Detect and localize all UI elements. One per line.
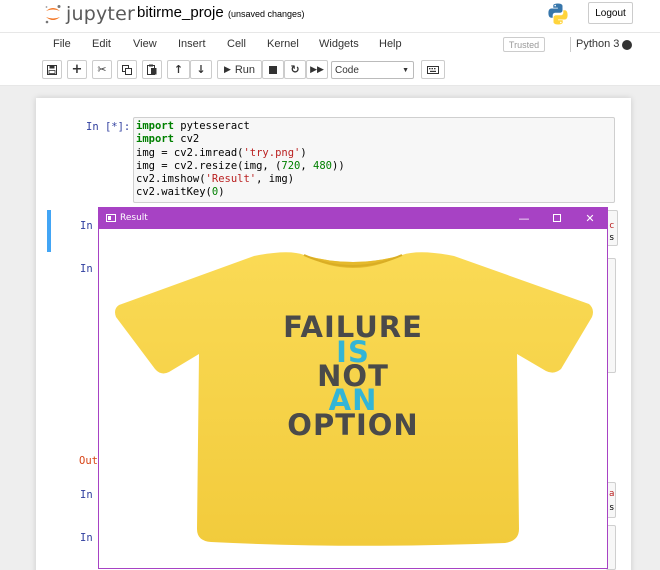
menubar: File Edit View Insert Cell Kernel Widget… xyxy=(0,32,660,56)
minimize-icon[interactable]: — xyxy=(517,212,531,225)
cell4-code-fragment: a xyxy=(609,489,615,499)
copy-icon xyxy=(122,64,132,75)
paste-button[interactable] xyxy=(142,60,162,79)
menu-insert[interactable]: Insert xyxy=(178,38,206,50)
command-palette-button[interactable] xyxy=(421,60,445,79)
cell1-prompt: In [*]: xyxy=(86,121,131,133)
plus-icon: + xyxy=(71,62,83,77)
python-logo-icon xyxy=(548,3,568,25)
window-titlebar[interactable]: Result — ✕ xyxy=(99,208,607,229)
code-editor[interactable]: import pytesseract import cv2 img = cv2.… xyxy=(136,120,345,200)
paste-icon xyxy=(147,64,157,75)
menu-cell[interactable]: Cell xyxy=(227,38,246,50)
code-line-2: import cv2 xyxy=(136,133,200,146)
keyboard-icon xyxy=(427,65,439,74)
cell2-code-fragment: c xyxy=(609,221,615,231)
move-down-button[interactable]: ↓ xyxy=(190,60,212,79)
play-icon: ▶ xyxy=(223,64,231,75)
chevron-down-icon: ▼ xyxy=(402,67,409,74)
trusted-indicator[interactable]: Trusted xyxy=(503,37,545,52)
stop-icon xyxy=(269,65,277,74)
menu-help[interactable]: Help xyxy=(379,38,402,50)
insert-cell-button[interactable]: + xyxy=(67,60,87,79)
restart-kernel-button[interactable]: ↻ xyxy=(284,60,306,79)
code-line-5: cv2.imshow('Result', img) xyxy=(136,173,295,186)
output-prompt: Out xyxy=(79,455,98,467)
close-icon[interactable]: ✕ xyxy=(583,212,597,225)
code-line-3: img = cv2.imread('try.png') xyxy=(136,146,307,159)
code-line-6: cv2.waitKey(0) xyxy=(136,186,225,199)
notebook-header: jupyter bitirme_proje (unsaved changes) … xyxy=(0,0,660,32)
logout-button[interactable]: Logout xyxy=(588,2,633,24)
menu-file[interactable]: File xyxy=(53,38,71,50)
run-button[interactable]: ▶ Run xyxy=(217,60,262,79)
save-button[interactable] xyxy=(42,60,62,79)
interrupt-kernel-button[interactable] xyxy=(262,60,284,79)
jupyter-wordmark: jupyter xyxy=(66,3,135,25)
code-line-4: img = cv2.resize(img, (720, 480)) xyxy=(136,159,345,172)
tshirt-image: FAILURE IS NOT AN OPTION xyxy=(115,252,593,546)
move-up-button[interactable]: ↑ xyxy=(167,60,190,79)
toolbar: + ✂ ↑ ↓ ▶ Run ↻ ▶▶ Code ▼ xyxy=(0,56,660,86)
jupyter-swirl-icon xyxy=(45,5,61,24)
window-app-icon xyxy=(106,214,116,222)
arrow-up-icon: ↑ xyxy=(173,63,184,76)
fast-forward-icon: ▶▶ xyxy=(310,64,324,75)
cell3-prompt: In xyxy=(80,263,93,275)
cell2-code-fragment-2: s xyxy=(609,233,615,243)
copy-button[interactable] xyxy=(117,60,137,79)
save-status: (unsaved changes) xyxy=(228,9,305,19)
menu-widgets[interactable]: Widgets xyxy=(319,38,359,50)
arrow-down-icon: ↓ xyxy=(196,63,206,76)
image-display: FAILURE IS NOT AN OPTION xyxy=(99,229,607,568)
cut-button[interactable]: ✂ xyxy=(92,60,112,79)
menu-kernel[interactable]: Kernel xyxy=(267,38,299,50)
menu-edit[interactable]: Edit xyxy=(92,38,111,50)
notebook-name[interactable]: bitirme_proje xyxy=(137,4,224,21)
code-line-1: import pytesseract xyxy=(136,120,250,132)
cell2-prompt: In xyxy=(80,220,93,232)
menu-view[interactable]: View xyxy=(133,38,157,50)
cell5-prompt: In xyxy=(80,532,93,544)
save-icon xyxy=(47,64,57,75)
scissors-icon: ✂ xyxy=(97,63,107,76)
maximize-icon[interactable] xyxy=(550,212,564,225)
restart-run-all-button[interactable]: ▶▶ xyxy=(306,60,328,79)
cell4-code-fragment-2: s xyxy=(609,503,615,513)
run-label: Run xyxy=(234,63,256,76)
cell-type-value: Code xyxy=(335,64,359,76)
kernel-separator xyxy=(570,37,571,52)
cell4-prompt: In xyxy=(80,489,93,501)
kernel-busy-indicator-icon xyxy=(622,40,632,50)
shirt-line-option: OPTION xyxy=(287,408,418,442)
selected-cell-indicator xyxy=(47,210,51,252)
cell-type-select[interactable]: Code ▼ xyxy=(331,61,414,79)
jupyter-logo[interactable]: jupyter xyxy=(44,3,135,25)
kernel-name[interactable]: Python 3 xyxy=(576,38,619,50)
restart-icon: ↻ xyxy=(290,63,300,76)
window-title: Result xyxy=(120,213,148,223)
opencv-result-window[interactable]: Result — ✕ FAILURE IS NOT AN OPTION xyxy=(98,207,608,569)
